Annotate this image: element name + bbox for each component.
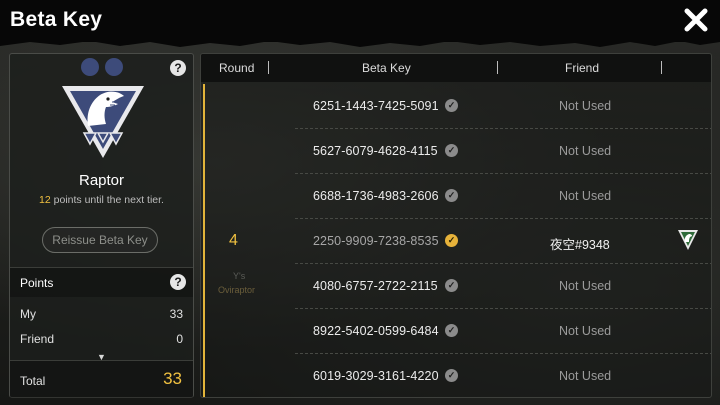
beta-key-code[interactable]: 6688-1736-4983-2606 [313, 189, 439, 203]
column-divider [661, 61, 662, 74]
points-row-value: 0 [176, 332, 183, 346]
points-row-friend: Friend 0 [20, 332, 183, 346]
question-icon[interactable]: ? [170, 60, 186, 76]
column-divider [497, 61, 498, 74]
beta-key-code[interactable]: 5627-6079-4628-4115 [313, 144, 438, 158]
table-row[interactable]: 6019-3029-3161-4220 ✓ Not Used [295, 354, 711, 397]
tier-progress-dots [79, 58, 127, 76]
check-circle-icon: ✓ [445, 279, 458, 292]
points-needed-suffix: points until the next tier. [50, 194, 164, 206]
check-circle-icon: ✓ [445, 189, 458, 202]
friend-status: Not Used [559, 99, 612, 113]
round-faded-label: Y's [233, 271, 246, 281]
column-divider [268, 61, 269, 74]
points-row-my: My 33 [20, 307, 183, 321]
question-icon[interactable]: ? [170, 274, 186, 290]
friend-status: Not Used [559, 324, 612, 338]
friend-status: Not Used [559, 279, 612, 293]
total-value: 33 [163, 369, 182, 388]
table-header: Round Beta Key Friend [201, 54, 711, 82]
table-row[interactable]: 5627-6079-4628-4115 ✓ Not Used [295, 129, 711, 174]
beta-key-code[interactable]: 6019-3029-3161-4220 [313, 369, 439, 383]
column-header-friend: Friend [565, 61, 600, 75]
column-header-round: Round [219, 61, 255, 75]
table-row[interactable]: 6251-1443-7425-5091 ✓ Not Used [295, 84, 711, 129]
table-row[interactable]: 6688-1736-4983-2606 ✓ Not Used [295, 174, 711, 219]
close-button[interactable] [682, 6, 710, 34]
beta-key-code[interactable]: 6251-1443-7425-5091 [313, 99, 439, 113]
points-total: Total 33 [10, 360, 193, 398]
round-faded-label: Oviraptor [218, 285, 256, 295]
table-row[interactable]: 2250-9909-7238-8535 ✓ 夜空#9348 [295, 219, 711, 264]
table-row[interactable]: 4080-6757-2722-2115 ✓ Not Used [295, 264, 711, 309]
points-header: Points ? [10, 267, 193, 297]
friend-tier-badge-icon [678, 230, 698, 250]
tier-dot [105, 58, 123, 76]
beta-key-code[interactable]: 4080-6757-2722-2115 [313, 279, 438, 293]
check-circle-icon: ✓ [445, 369, 458, 382]
beta-key-code[interactable]: 8922-5402-0599-6484 [313, 324, 439, 338]
tier-progress-note: 12 points until the next tier. [10, 194, 193, 206]
friend-status: Not Used [559, 189, 612, 203]
round-number: 4 [229, 232, 238, 249]
beta-key-code[interactable]: 2250-9909-7238-8535 [313, 234, 439, 248]
points-row-label: Friend [20, 332, 55, 346]
round-indicator-bar [203, 84, 205, 397]
check-circle-icon: ✓ [445, 324, 458, 337]
tier-dot [81, 58, 99, 76]
raptor-emblem-icon [62, 86, 144, 158]
close-icon [684, 8, 708, 32]
check-circle-icon: ✓ [445, 144, 458, 157]
top-bar-torn-edge [0, 36, 720, 47]
page-title: Beta Key [10, 8, 103, 31]
check-circle-icon: ✓ [445, 99, 458, 112]
friend-status: Not Used [559, 369, 612, 383]
reissue-beta-key-button[interactable]: Reissue Beta Key [42, 227, 158, 253]
tier-name: Raptor [78, 172, 125, 189]
points-row-value: 33 [169, 307, 183, 321]
friend-status: Not Used [559, 144, 612, 158]
friend-name: 夜空#9348 [550, 238, 610, 252]
table-row[interactable]: 8922-5402-0599-6484 ✓ Not Used [295, 309, 711, 354]
points-heading: Points [20, 276, 54, 290]
beta-key-table: Round Beta Key Friend 4 Y's Oviraptor 62… [200, 53, 712, 398]
total-label: Total [20, 374, 46, 388]
check-circle-icon: ✓ [445, 234, 458, 247]
points-row-label: My [20, 307, 36, 321]
points-needed: 12 [39, 194, 51, 206]
column-header-beta-key: Beta Key [362, 61, 411, 75]
tier-panel: ? Raptor 12 points until the next tier. … [9, 53, 194, 398]
